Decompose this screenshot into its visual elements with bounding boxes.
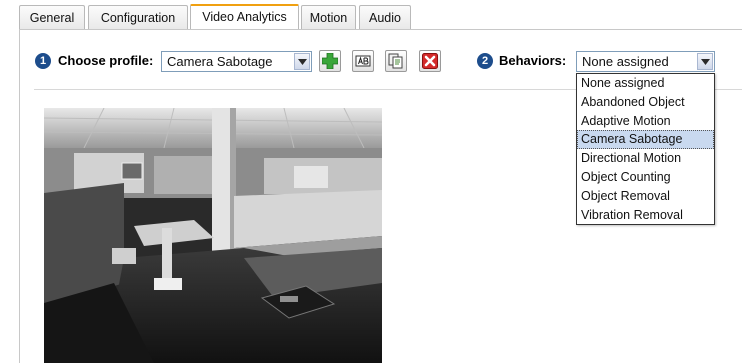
delete-x-icon [422,53,438,69]
behaviors-dropdown-list[interactable]: None assigned Abandoned Object Adaptive … [576,73,715,225]
rename-profile-button[interactable] [352,50,374,72]
behavior-option-vibration-removal[interactable]: Vibration Removal [577,206,714,225]
tab-audio[interactable]: Audio [359,5,411,29]
behavior-option-adaptive-motion[interactable]: Adaptive Motion [577,112,714,131]
tab-motion[interactable]: Motion [301,5,356,29]
behavior-option-camera-sabotage[interactable]: Camera Sabotage [577,130,714,150]
tab-content-border [19,29,742,30]
behavior-option-none-assigned[interactable]: None assigned [577,74,714,93]
profile-select-value: Camera Sabotage [167,54,273,69]
tab-configuration[interactable]: Configuration [88,5,188,29]
behavior-option-object-removal[interactable]: Object Removal [577,187,714,206]
delete-profile-button[interactable] [419,50,441,72]
behavior-option-abandoned-object[interactable]: Abandoned Object [577,93,714,112]
behavior-option-directional-motion[interactable]: Directional Motion [577,149,714,168]
chevron-down-icon[interactable] [697,53,713,70]
behavior-option-object-counting[interactable]: Object Counting [577,168,714,187]
copy-profile-button[interactable] [385,50,407,72]
copy-icon [388,53,403,69]
tab-general[interactable]: General [19,5,85,29]
camera-preview-image [44,108,382,363]
behaviors-select[interactable]: None assigned [576,51,715,72]
behaviors-select-value: None assigned [582,54,669,69]
profile-select[interactable]: Camera Sabotage [161,51,312,72]
tab-content-left-border [19,29,20,363]
behaviors-label: Behaviors: [499,53,567,68]
choose-profile-label: Choose profile: [58,53,154,68]
chevron-down-icon[interactable] [294,53,310,70]
rename-field-icon [355,55,371,67]
plus-icon [322,53,338,69]
tab-video-analytics[interactable]: Video Analytics [190,4,299,30]
step-1-badge: 1 [35,53,51,69]
step-2-badge: 2 [477,53,493,69]
add-profile-button[interactable] [319,50,341,72]
